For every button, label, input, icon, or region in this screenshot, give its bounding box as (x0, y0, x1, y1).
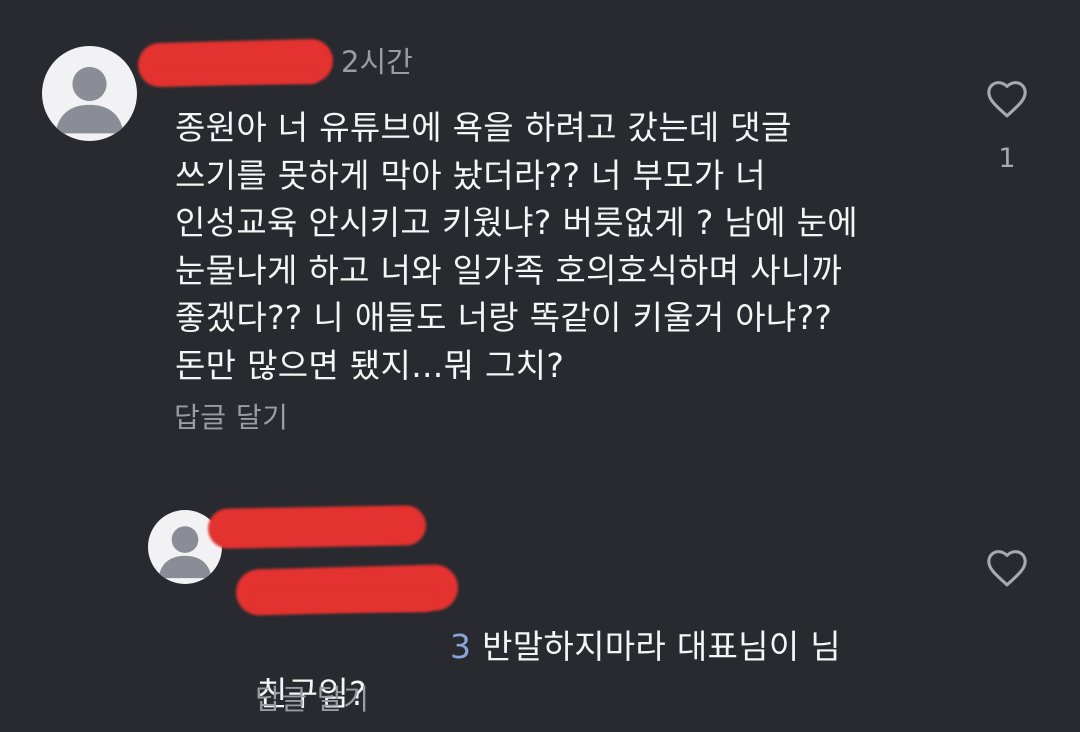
reply-item: 3 반말하지마라 대표님이 님 친구임? 답글 달기 (0, 0, 1080, 732)
redacted-username (207, 505, 427, 549)
reply-button[interactable]: 답글 달기 (255, 686, 369, 714)
like-button[interactable] (985, 548, 1029, 588)
mention-tail: 3 (450, 626, 472, 666)
reply-text-line1: 반말하지마라 대표님이 님 (471, 626, 841, 666)
heart-outline-icon (987, 550, 1027, 587)
